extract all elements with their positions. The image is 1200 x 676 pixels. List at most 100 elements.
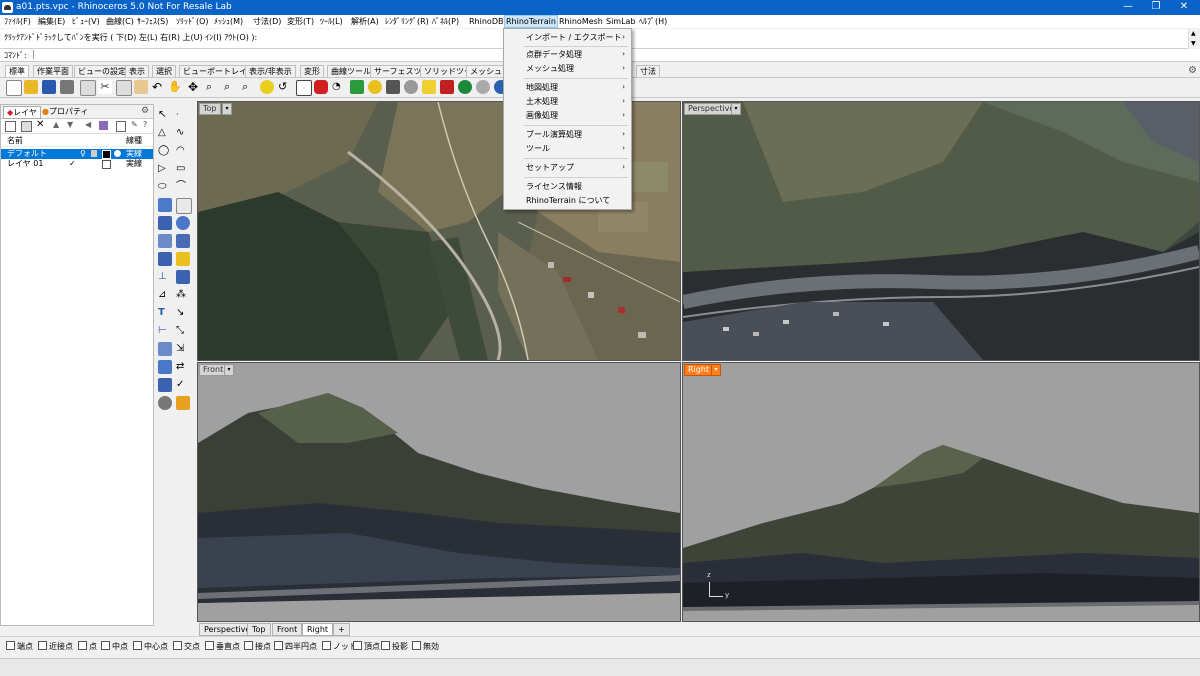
material-icon[interactable] xyxy=(114,150,121,157)
open-folder-icon[interactable] xyxy=(24,80,38,94)
menu-view[interactable]: ﾋﾞｭｰ(V) xyxy=(71,16,101,28)
rotate-view-icon[interactable]: ✥ xyxy=(188,80,202,94)
menu-analyze[interactable]: 解析(A) xyxy=(350,16,380,28)
edge-surface-icon[interactable] xyxy=(158,216,172,230)
tab-layers[interactable]: ◆レイヤ xyxy=(3,106,41,119)
viewport-label-right[interactable]: Right xyxy=(684,364,714,376)
menu-rhinodb[interactable]: RhinoDB xyxy=(468,16,504,28)
zoom-extents-icon[interactable]: ⌕ xyxy=(242,80,256,94)
menu-panels[interactable]: ﾊﾟﾈﾙ(P) xyxy=(431,16,460,28)
checkbox[interactable] xyxy=(205,641,214,650)
osnap-project[interactable]: 投影 xyxy=(381,641,408,651)
copy-icon[interactable] xyxy=(116,80,132,96)
camera-icon[interactable]: ◔ xyxy=(332,80,346,94)
menu-help[interactable]: ﾍﾙﾌﾟ(H) xyxy=(638,16,668,28)
layer-row-01[interactable]: レイヤ 01 ✓ 実線 xyxy=(1,159,153,169)
scroll-up-icon[interactable]: ▲ xyxy=(1191,30,1196,37)
viewport-label-front[interactable]: Front xyxy=(199,364,228,376)
menu-mesh[interactable]: ﾒｯｼｭ(M) xyxy=(213,16,244,28)
checkbox[interactable] xyxy=(38,641,47,650)
osnap-end[interactable]: 端点 xyxy=(6,641,33,651)
fillet-icon[interactable] xyxy=(176,198,192,214)
rotate-icon[interactable]: ⤡ xyxy=(176,324,190,338)
menu-dimension[interactable]: 寸法(D) xyxy=(252,16,282,28)
text-icon[interactable]: T xyxy=(158,306,172,320)
analyze-icon[interactable] xyxy=(158,378,172,392)
menuitem-image[interactable]: 画像処理 › xyxy=(504,109,631,122)
menuitem-pointcloud[interactable]: 点群データ処理 › xyxy=(504,48,631,61)
menuitem-boolean[interactable]: ブール演算処理 › xyxy=(504,128,631,141)
osnap-mid[interactable]: 中点 xyxy=(101,641,128,651)
checkbox[interactable] xyxy=(244,641,253,650)
arc-icon[interactable]: ◠ xyxy=(176,144,190,158)
zoom-selected-icon[interactable] xyxy=(260,80,274,94)
viewport-right[interactable]: Right ▾ z y xyxy=(682,362,1200,622)
menu-simlab[interactable]: SimLab xyxy=(605,16,637,28)
menu-render[interactable]: ﾚﾝﾀﾞﾘﾝｸﾞ(R) xyxy=(384,16,430,28)
checkbox[interactable] xyxy=(78,641,87,650)
menu-curve[interactable]: 曲線(C) xyxy=(105,16,135,28)
render-icon[interactable] xyxy=(158,396,172,410)
lock-icon[interactable] xyxy=(422,80,436,94)
filter-icon[interactable] xyxy=(99,121,108,130)
tab-front[interactable]: Front xyxy=(272,623,303,636)
paint-icon[interactable] xyxy=(176,396,190,410)
split-icon[interactable]: ⊿ xyxy=(158,288,172,302)
circle-icon[interactable]: ◯ xyxy=(158,144,172,158)
dimension-icon[interactable]: ⊢ xyxy=(158,324,172,338)
tab-dimensions[interactable]: 寸法 xyxy=(636,65,660,77)
osnap-intersection[interactable]: 交点 xyxy=(173,641,200,651)
extrude-icon[interactable] xyxy=(158,234,172,248)
freeform-icon[interactable]: ⌒ xyxy=(176,180,190,194)
viewport-front[interactable]: Front ▾ xyxy=(197,362,681,622)
curve-icon[interactable]: ∿ xyxy=(176,126,190,140)
menu-surface[interactable]: ｻｰﾌｪｽ(S) xyxy=(136,16,169,28)
surface-icon[interactable] xyxy=(158,198,172,212)
checkbox[interactable] xyxy=(412,641,421,650)
add-viewport-tab-icon[interactable]: + xyxy=(333,623,350,636)
gumball-icon[interactable] xyxy=(386,80,400,94)
tab-right[interactable]: Right xyxy=(302,623,334,636)
delete-layer-icon[interactable]: ✕ xyxy=(36,119,44,130)
select-arrow-icon[interactable]: ↖ xyxy=(158,108,172,122)
viewport-label-top[interactable]: Top xyxy=(199,103,221,115)
osnap-disable[interactable]: 無効 xyxy=(412,641,439,651)
mirror-icon[interactable]: ⇄ xyxy=(176,360,190,374)
import-icon[interactable] xyxy=(80,80,96,96)
tab-standard[interactable]: 標準 xyxy=(5,65,29,77)
viewport-perspective[interactable]: Perspective ▾ xyxy=(682,101,1200,361)
tab-visibility[interactable]: 表示/非表示 xyxy=(245,65,296,77)
material-sphere-icon[interactable] xyxy=(476,80,490,94)
checkbox[interactable] xyxy=(353,641,362,650)
viewport-menu-caret-icon[interactable]: ▾ xyxy=(731,103,741,115)
undo-icon[interactable]: ↶ xyxy=(152,80,166,94)
paste-icon[interactable] xyxy=(134,80,148,94)
layer-color-swatch[interactable] xyxy=(102,160,111,169)
menuitem-license[interactable]: ライセンス情報 xyxy=(504,180,631,193)
panel-gear-icon[interactable]: ⚙ xyxy=(141,106,149,116)
menu-edit[interactable]: 編集(E) xyxy=(37,16,66,28)
move-out-icon[interactable]: ◀ xyxy=(85,120,91,129)
scale-icon[interactable]: ⇲ xyxy=(176,342,190,356)
menuitem-about[interactable]: RhinoTerrain について xyxy=(504,194,631,207)
group-icon[interactable]: ⁂ xyxy=(176,288,190,302)
join-icon[interactable]: ⊥ xyxy=(158,270,172,284)
layer-color-icon[interactable] xyxy=(440,80,454,94)
ellipse-icon[interactable]: ⬭ xyxy=(158,180,172,194)
light-icon[interactable] xyxy=(404,80,418,94)
viewport-menu-caret-icon[interactable]: ▾ xyxy=(222,103,232,115)
tab-curve-tools[interactable]: 曲線ツール xyxy=(327,65,375,77)
tab-top[interactable]: Top xyxy=(247,623,271,636)
solid-icon[interactable] xyxy=(176,216,190,230)
tab-display[interactable]: 表示 xyxy=(125,65,149,77)
menu-transform[interactable]: 変形(T) xyxy=(286,16,315,28)
menu-rhinoterrain[interactable]: RhinoTerrain xyxy=(504,15,558,28)
visibility-bulb-icon[interactable]: ♀ xyxy=(80,149,86,159)
zoom-icon[interactable]: ⌕ xyxy=(206,80,220,94)
move-down-icon[interactable]: ▼ xyxy=(67,120,73,129)
zoom-window-icon[interactable]: ⌕ xyxy=(224,80,238,94)
tab-select[interactable]: 選択 xyxy=(152,65,176,77)
car-icon[interactable] xyxy=(314,80,328,94)
tab-transform[interactable]: 変形 xyxy=(300,65,324,77)
explode-icon[interactable] xyxy=(176,252,190,266)
